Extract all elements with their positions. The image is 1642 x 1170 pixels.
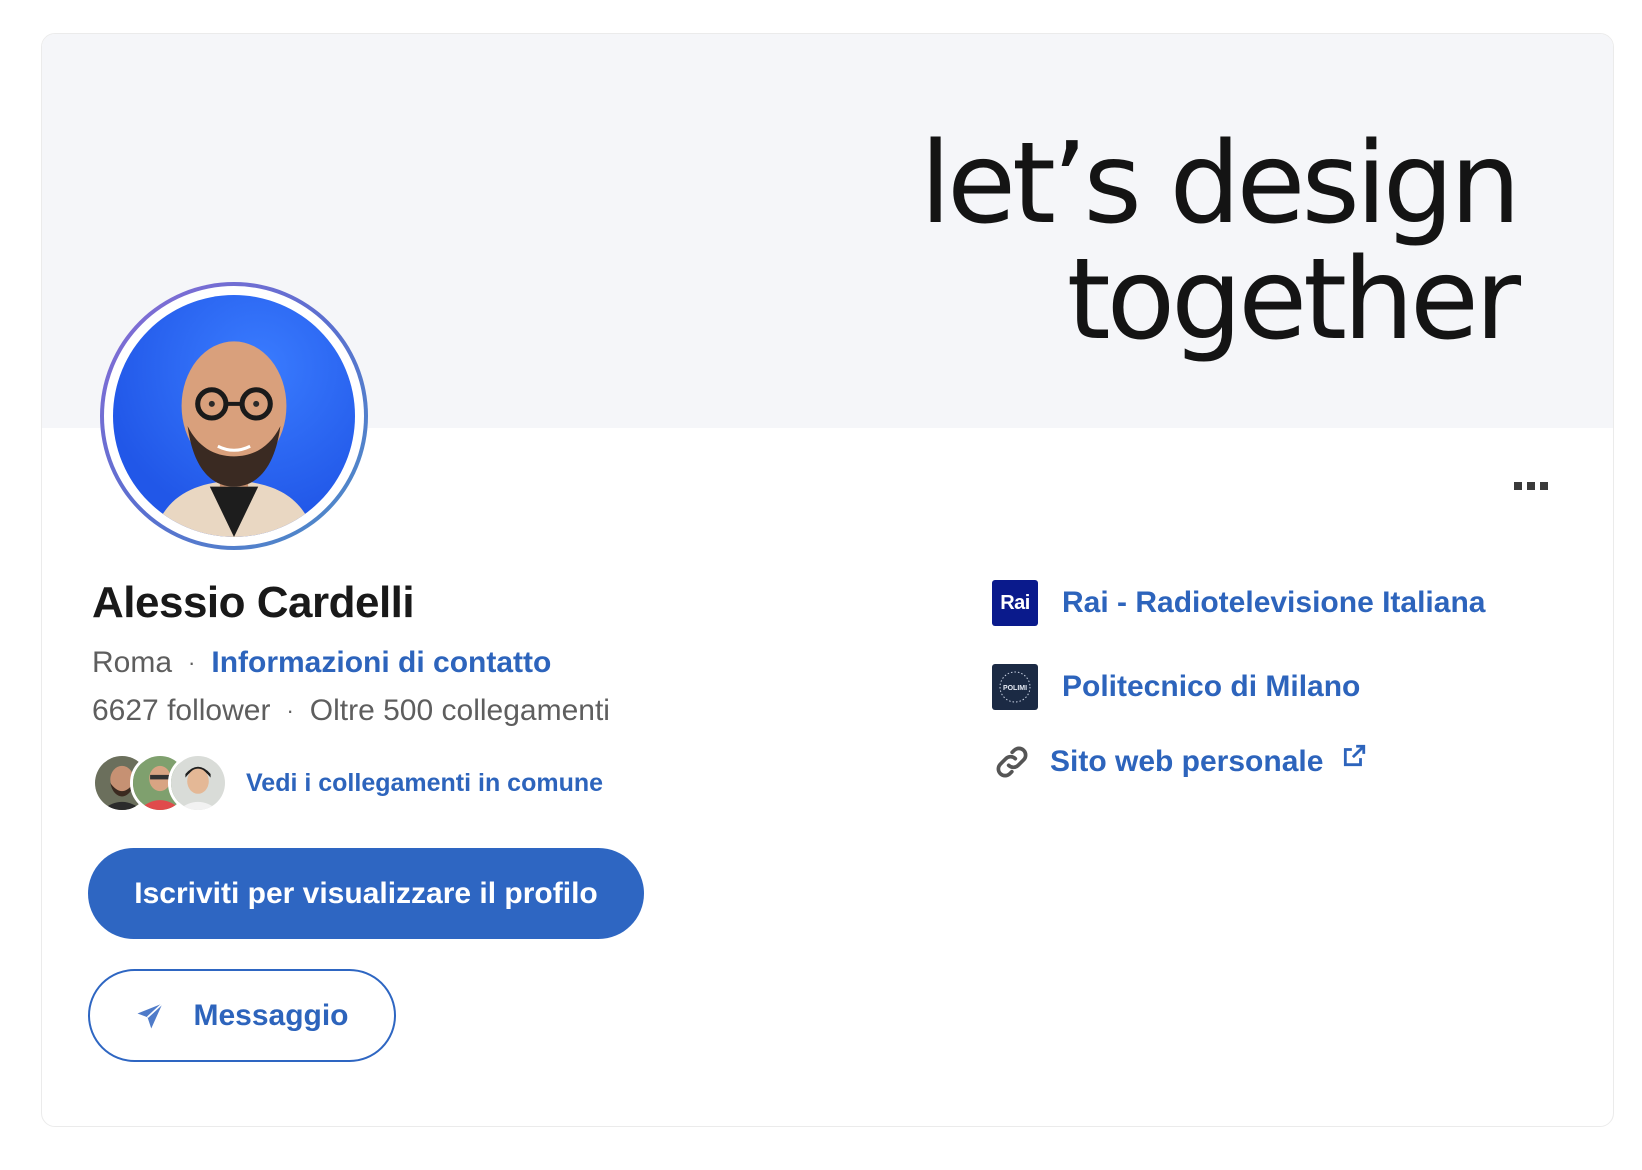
profile-name: Alessio Cardelli (92, 578, 415, 627)
avatar-portrait (153, 341, 315, 537)
followers-count: 6627 follower (92, 694, 271, 727)
more-horizontal-icon-dot (1540, 482, 1548, 490)
school-link[interactable]: POLIMI Politecnico di Milano (992, 664, 1360, 710)
separator-dot: · (188, 650, 196, 675)
external-link-icon (1344, 744, 1366, 767)
profile-avatar[interactable] (100, 282, 368, 550)
polimi-logo: POLIMI (992, 664, 1038, 710)
mutual-avatars (92, 753, 228, 813)
profile-card: let’s design together Alessio Cardelli R… (41, 33, 1614, 1127)
avatar-photo (113, 295, 355, 537)
company-name: Rai - Radiotelevisione Italiana (1062, 586, 1486, 619)
mutual-avatar (168, 753, 228, 813)
separator-dot: · (286, 698, 294, 723)
message-button-label: Messaggio (193, 998, 349, 1032)
more-horizontal-icon-dot (1527, 482, 1535, 490)
mutual-connections[interactable]: Vedi i collegamenti in comune (92, 753, 603, 813)
avatar-frame (104, 286, 364, 546)
school-name: Politecnico di Milano (1062, 670, 1361, 703)
mutual-connections-link[interactable]: Vedi i collegamenti in comune (246, 769, 603, 798)
more-options-button[interactable] (1501, 466, 1561, 506)
personal-website-link[interactable]: Sito web personale (992, 742, 1367, 782)
rai-logo: Rai (992, 580, 1038, 626)
connections-count: Oltre 500 collegamenti (309, 694, 610, 727)
send-icon (137, 1002, 164, 1028)
svg-text:POLIMI: POLIMI (1003, 685, 1027, 692)
cover-slogan-line-2: together (1066, 235, 1521, 365)
location-text: Roma (92, 646, 173, 679)
contact-info-link[interactable]: Informazioni di contatto (211, 646, 551, 680)
company-link[interactable]: Rai Rai - Radiotelevisione Italiana (992, 580, 1485, 626)
cover-slogan-line-1: let’s design (919, 119, 1521, 249)
more-horizontal-icon-dot (1514, 482, 1522, 490)
stats-row: 6627 follower · Oltre 500 collegamenti (92, 694, 610, 728)
personal-website-label: Sito web personale (1050, 745, 1324, 778)
cover-slogan: let’s design together (919, 119, 1521, 365)
signup-to-view-profile-button[interactable]: Iscriviti per visualizzare il profilo (88, 848, 644, 939)
link-icon (996, 746, 1028, 778)
location-row: Roma · Informazioni di contatto (92, 646, 551, 680)
message-button[interactable]: Messaggio (88, 969, 396, 1062)
